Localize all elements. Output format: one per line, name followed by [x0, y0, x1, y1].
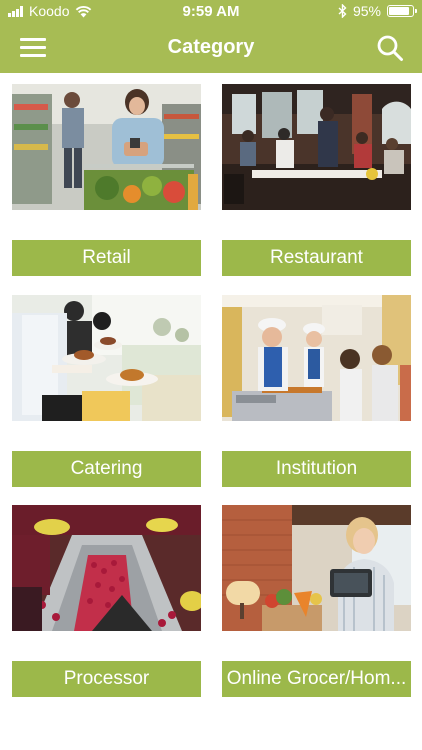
page-title: Category: [167, 36, 255, 58]
nav-bar: Category: [0, 24, 422, 73]
category-label-online-grocer[interactable]: Online Grocer/Hom...: [222, 661, 411, 697]
category-label-institution[interactable]: Institution: [222, 451, 411, 487]
app-header: Koodo 9:59 AM 95% Category: [0, 0, 422, 73]
online-grocer-tablet-photo[interactable]: [222, 505, 411, 631]
retail-grocery-photo[interactable]: [12, 84, 201, 210]
battery-level: [389, 7, 409, 15]
search-icon[interactable]: [376, 34, 404, 62]
battery-icon: [387, 5, 417, 17]
category-label-retail[interactable]: Retail: [12, 240, 201, 276]
catering-service-photo[interactable]: [12, 295, 201, 421]
category-label-catering[interactable]: Catering: [12, 451, 201, 487]
cafeteria-serving-photo[interactable]: [222, 295, 411, 421]
battery-percent: 95%: [352, 3, 381, 19]
bluetooth-icon: [338, 4, 347, 18]
category-label-processor[interactable]: Processor: [12, 661, 201, 697]
berry-processing-line-photo[interactable]: [12, 505, 201, 631]
status-bar: Koodo 9:59 AM 95%: [0, 0, 422, 24]
category-label-restaurant[interactable]: Restaurant: [222, 240, 411, 276]
restaurant-diners-photo[interactable]: [222, 84, 411, 210]
